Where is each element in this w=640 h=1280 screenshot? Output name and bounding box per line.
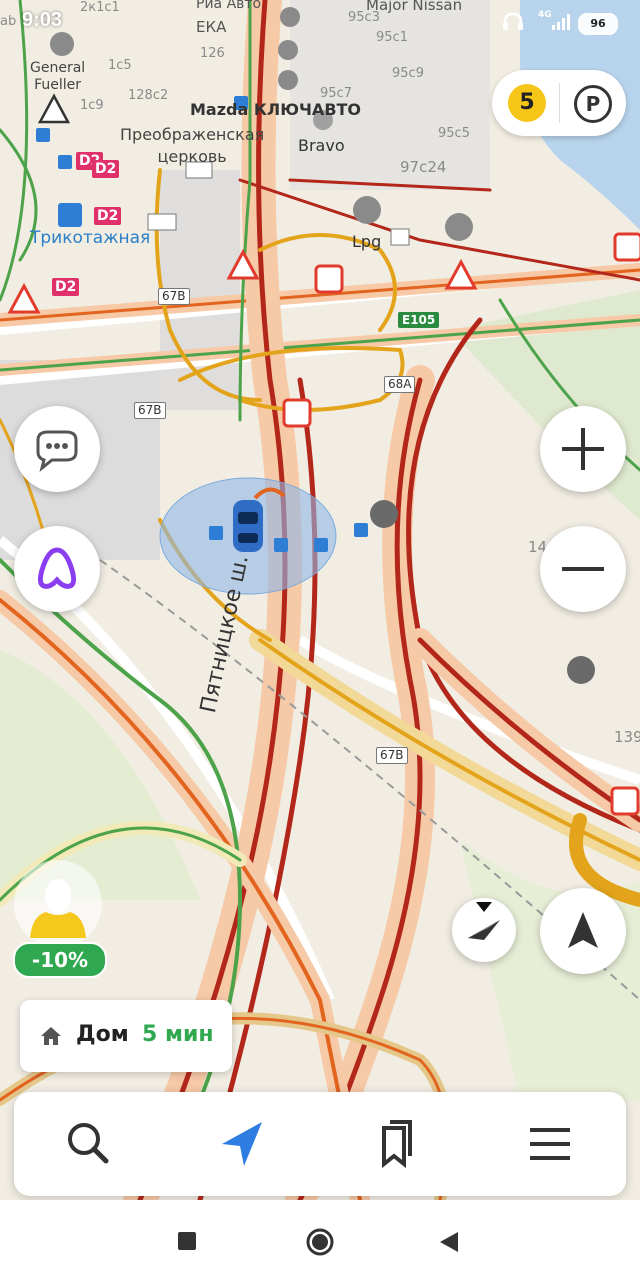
building-number: 1с9 bbox=[80, 98, 104, 113]
status-time: 9:03 bbox=[22, 9, 63, 31]
bottom-navigation bbox=[14, 1092, 626, 1196]
poi-label-lpg[interactable]: Lpg bbox=[352, 232, 381, 251]
alice-assistant-button[interactable] bbox=[14, 526, 100, 612]
nav-bookmarks-button[interactable] bbox=[366, 1114, 426, 1174]
home-eta: 5 мин bbox=[142, 1022, 214, 1047]
divider bbox=[559, 83, 560, 123]
headphones-icon bbox=[503, 12, 523, 30]
status-bar: 9:03 4G 96 bbox=[0, 0, 640, 44]
plus-icon bbox=[562, 428, 604, 470]
minus-icon bbox=[562, 567, 604, 571]
home-route-card[interactable]: Дом 5 мин bbox=[20, 1000, 232, 1072]
home-label: Дом bbox=[76, 1022, 129, 1047]
home-icon bbox=[41, 1027, 61, 1045]
discount-badge[interactable]: -10% bbox=[13, 942, 107, 978]
poi-label-general-fueller[interactable]: General Fueller bbox=[30, 60, 85, 94]
avatar[interactable] bbox=[14, 860, 102, 948]
compass-icon bbox=[468, 902, 500, 940]
metro-station-label[interactable]: Трикотажная bbox=[30, 228, 150, 248]
building-number: 1с5 bbox=[108, 58, 132, 73]
building-number: 95с5 bbox=[438, 126, 470, 141]
building-number: 95с9 bbox=[392, 66, 424, 81]
location-arrow-icon bbox=[568, 912, 598, 948]
building-number: 139 bbox=[614, 728, 640, 746]
metro-line-tag: D2 bbox=[94, 207, 122, 225]
parking-button[interactable]: P bbox=[574, 85, 612, 123]
building-number: 128с2 bbox=[128, 88, 169, 103]
poi-label-church[interactable]: Преображенская церковь bbox=[120, 124, 264, 168]
metro-line-tag: D2 bbox=[92, 160, 120, 178]
navigation-icon bbox=[222, 1122, 262, 1166]
car-marker bbox=[233, 500, 263, 552]
search-icon bbox=[68, 1123, 109, 1164]
nav-menu-button[interactable] bbox=[520, 1114, 580, 1174]
route-tag: 67В bbox=[376, 747, 408, 764]
system-navigation-bar bbox=[0, 1200, 640, 1280]
chat-button[interactable] bbox=[14, 406, 100, 492]
poi-label-bravo[interactable]: Bravo bbox=[298, 136, 345, 155]
recent-apps-icon[interactable] bbox=[176, 1230, 198, 1252]
nav-navigator-button[interactable] bbox=[212, 1114, 272, 1174]
zoom-in-button[interactable] bbox=[540, 406, 626, 492]
bookmarks-icon bbox=[382, 1120, 412, 1169]
home-system-icon[interactable] bbox=[304, 1226, 336, 1258]
top-controls-pill: 5 P bbox=[492, 70, 626, 136]
nav-search-button[interactable] bbox=[58, 1114, 118, 1174]
route-tag: 68А bbox=[384, 376, 416, 393]
route-tag: 67В bbox=[134, 402, 166, 419]
back-icon[interactable] bbox=[438, 1230, 462, 1254]
highway-tag: E105 bbox=[398, 312, 440, 328]
menu-icon bbox=[530, 1128, 570, 1160]
battery-indicator: 96 bbox=[578, 13, 618, 35]
route-tag: 67В bbox=[158, 288, 190, 305]
building-number: 126 bbox=[200, 46, 225, 61]
zoom-out-button[interactable] bbox=[540, 526, 626, 612]
building-number: 97с24 bbox=[400, 158, 447, 176]
speed-score-badge[interactable]: 5 bbox=[508, 84, 546, 122]
compass-button[interactable] bbox=[452, 898, 516, 962]
poi-label-mazda[interactable]: Mazda КЛЮЧАВТО bbox=[190, 100, 361, 119]
signal-icon bbox=[552, 14, 570, 30]
chat-bubble-icon bbox=[36, 430, 78, 472]
alice-icon bbox=[37, 547, 77, 589]
my-location-button[interactable] bbox=[540, 888, 626, 974]
user-avatar-icon bbox=[30, 879, 86, 938]
metro-line-tag: D2 bbox=[52, 278, 80, 296]
building-number: 95с7 bbox=[320, 86, 352, 101]
